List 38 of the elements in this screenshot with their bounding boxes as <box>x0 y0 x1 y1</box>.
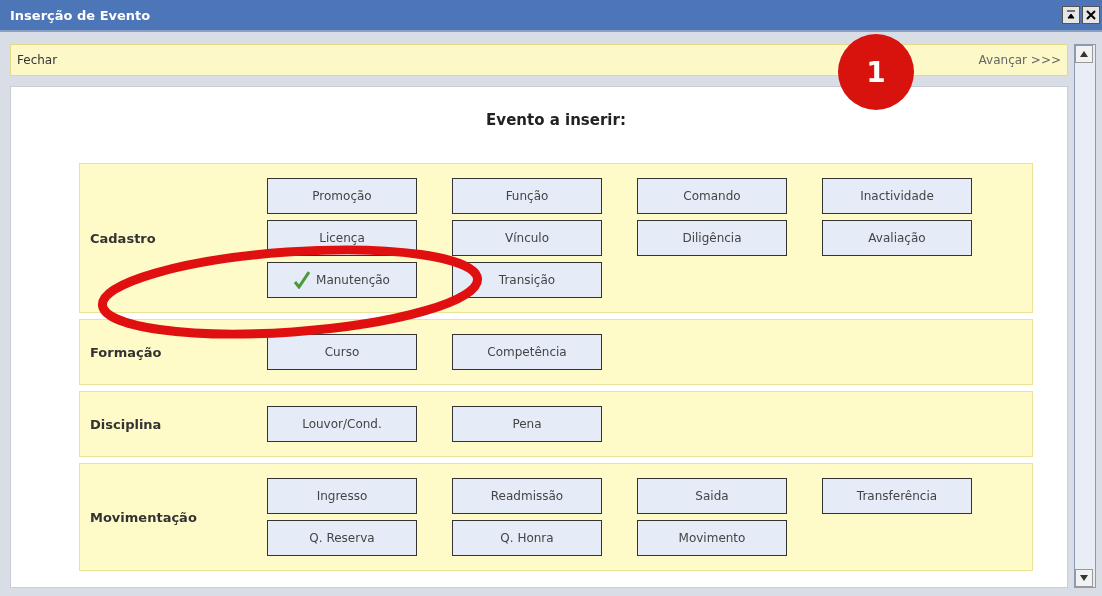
event-button[interactable]: Avaliação <box>822 220 972 256</box>
event-button[interactable]: Competência <box>452 334 602 370</box>
event-button[interactable]: Inactividade <box>822 178 972 214</box>
next-link[interactable]: Avançar >>> <box>978 53 1061 67</box>
event-button[interactable]: Q. Reserva <box>267 520 417 556</box>
scrollbar[interactable] <box>1074 44 1096 588</box>
event-button[interactable]: Readmissão <box>452 478 602 514</box>
event-button[interactable]: Função <box>452 178 602 214</box>
close-icon <box>1086 10 1096 20</box>
restore-icon <box>1066 10 1076 20</box>
category-label: Formação <box>89 344 163 360</box>
event-button[interactable]: Q. Honra <box>452 520 602 556</box>
event-button[interactable]: Vínculo <box>452 220 602 256</box>
event-button[interactable]: Ingresso <box>267 478 417 514</box>
event-button[interactable]: Transição <box>452 262 602 298</box>
event-button[interactable]: Louvor/Cond. <box>267 406 417 442</box>
event-button[interactable]: Manutenção <box>267 262 417 298</box>
event-button[interactable]: Movimento <box>637 520 787 556</box>
category-label: Cadastro <box>89 230 157 246</box>
up-arrow-icon <box>1080 51 1088 57</box>
event-button[interactable]: Saida <box>637 478 787 514</box>
category-label: Disciplina <box>89 416 163 432</box>
event-button[interactable]: Transferência <box>822 478 972 514</box>
event-button[interactable]: Curso <box>267 334 417 370</box>
scroll-down-button[interactable] <box>1075 569 1093 587</box>
category-label: Movimentação <box>89 509 198 525</box>
heading: Evento a inserir: <box>486 111 626 129</box>
event-button[interactable]: Diligência <box>637 220 787 256</box>
close-button[interactable] <box>1082 6 1100 24</box>
restore-button[interactable] <box>1062 6 1080 24</box>
down-arrow-icon <box>1080 575 1088 581</box>
window-title: Inserção de Evento <box>10 7 151 23</box>
scroll-up-button[interactable] <box>1075 45 1093 63</box>
event-button[interactable]: Pena <box>452 406 602 442</box>
event-button[interactable]: Comando <box>637 178 787 214</box>
close-link[interactable]: Fechar <box>17 53 58 67</box>
checkmark-icon <box>294 271 311 289</box>
event-button[interactable]: Promoção <box>267 178 417 214</box>
